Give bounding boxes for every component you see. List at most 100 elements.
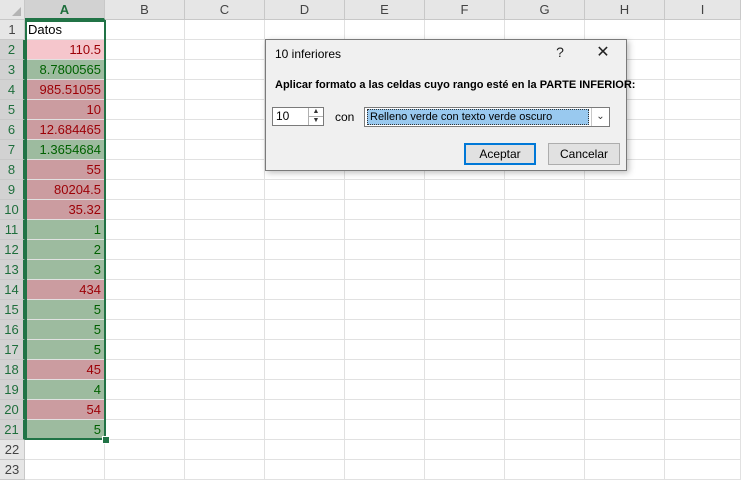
cell-i13[interactable] [665,260,741,280]
cell-h20[interactable] [585,400,665,420]
cell-b8[interactable] [105,160,185,180]
cell-c11[interactable] [185,220,265,240]
cell-c7[interactable] [185,140,265,160]
cell-g22[interactable] [505,440,585,460]
cell-b10[interactable] [105,200,185,220]
cell-b20[interactable] [105,400,185,420]
cell-c3[interactable] [185,60,265,80]
cell-a22[interactable] [25,440,105,460]
cell-f18[interactable] [425,360,505,380]
row-header-19[interactable]: 19 [0,380,25,400]
cell-a6[interactable]: 12.684465 [25,120,105,140]
cell-a20[interactable]: 54 [25,400,105,420]
cell-c9[interactable] [185,180,265,200]
cell-a16[interactable]: 5 [25,320,105,340]
cell-c20[interactable] [185,400,265,420]
cell-b9[interactable] [105,180,185,200]
cell-i7[interactable] [665,140,741,160]
cell-d18[interactable] [265,360,345,380]
row-header-23[interactable]: 23 [0,460,25,480]
cell-b16[interactable] [105,320,185,340]
cell-b21[interactable] [105,420,185,440]
cell-a2[interactable]: 110.5 [25,40,105,60]
cell-h14[interactable] [585,280,665,300]
cell-f10[interactable] [425,200,505,220]
cell-e14[interactable] [345,280,425,300]
cell-e16[interactable] [345,320,425,340]
row-header-11[interactable]: 11 [0,220,25,240]
row-header-16[interactable]: 16 [0,320,25,340]
cell-a5[interactable]: 10 [25,100,105,120]
cell-a21[interactable]: 5 [25,420,105,440]
cell-c18[interactable] [185,360,265,380]
spin-down-icon[interactable]: ▼ [309,117,323,125]
cell-d20[interactable] [265,400,345,420]
cell-d21[interactable] [265,420,345,440]
cell-g10[interactable] [505,200,585,220]
cell-a4[interactable]: 985.51055 [25,80,105,100]
cell-d15[interactable] [265,300,345,320]
cell-g1[interactable] [505,20,585,40]
cell-f21[interactable] [425,420,505,440]
cell-a13[interactable]: 3 [25,260,105,280]
row-header-10[interactable]: 10 [0,200,25,220]
cell-f17[interactable] [425,340,505,360]
row-header-1[interactable]: 1 [0,20,25,40]
help-icon[interactable]: ? [552,44,568,62]
cell-h21[interactable] [585,420,665,440]
cell-e19[interactable] [345,380,425,400]
cell-c12[interactable] [185,240,265,260]
cell-a1[interactable]: Datos [25,20,105,40]
cell-e22[interactable] [345,440,425,460]
cell-e15[interactable] [345,300,425,320]
count-value[interactable]: 10 [276,109,289,123]
cell-d16[interactable] [265,320,345,340]
column-header-d[interactable]: D [265,0,345,20]
cell-c16[interactable] [185,320,265,340]
cell-f14[interactable] [425,280,505,300]
cell-h18[interactable] [585,360,665,380]
cell-e12[interactable] [345,240,425,260]
cell-c14[interactable] [185,280,265,300]
column-header-i[interactable]: I [665,0,741,20]
cell-h17[interactable] [585,340,665,360]
cell-b12[interactable] [105,240,185,260]
cell-i2[interactable] [665,40,741,60]
ok-button[interactable]: Aceptar [464,143,536,165]
cell-i6[interactable] [665,120,741,140]
cell-i21[interactable] [665,420,741,440]
cell-g19[interactable] [505,380,585,400]
row-header-3[interactable]: 3 [0,60,25,80]
cell-d22[interactable] [265,440,345,460]
column-header-a[interactable]: A [25,0,105,20]
cell-e17[interactable] [345,340,425,360]
cell-a7[interactable]: 1.3654684 [25,140,105,160]
cell-c1[interactable] [185,20,265,40]
column-header-f[interactable]: F [425,0,505,20]
cell-i10[interactable] [665,200,741,220]
cell-b19[interactable] [105,380,185,400]
cell-c19[interactable] [185,380,265,400]
cell-g11[interactable] [505,220,585,240]
cell-a11[interactable]: 1 [25,220,105,240]
cell-b6[interactable] [105,120,185,140]
cell-g13[interactable] [505,260,585,280]
cell-c4[interactable] [185,80,265,100]
column-header-g[interactable]: G [505,0,585,20]
row-header-18[interactable]: 18 [0,360,25,380]
row-header-13[interactable]: 13 [0,260,25,280]
cell-a12[interactable]: 2 [25,240,105,260]
cell-a8[interactable]: 55 [25,160,105,180]
cell-e10[interactable] [345,200,425,220]
cell-d10[interactable] [265,200,345,220]
format-selected-value[interactable]: Relleno verde con texto verde oscuro [367,109,589,125]
cell-e9[interactable] [345,180,425,200]
cell-i12[interactable] [665,240,741,260]
cell-b13[interactable] [105,260,185,280]
cell-a14[interactable]: 434 [25,280,105,300]
cell-d14[interactable] [265,280,345,300]
cell-g16[interactable] [505,320,585,340]
cell-i1[interactable] [665,20,741,40]
cell-d11[interactable] [265,220,345,240]
cell-f13[interactable] [425,260,505,280]
